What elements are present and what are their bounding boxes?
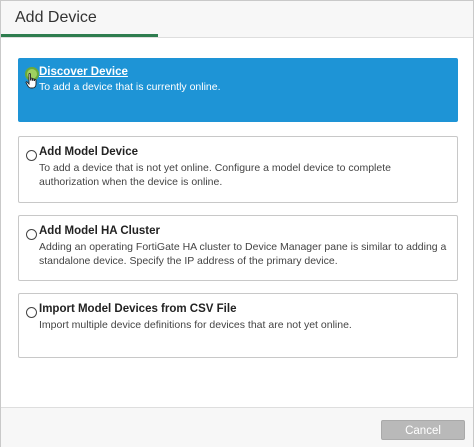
title-underline <box>1 34 158 37</box>
radio-add-model-device[interactable] <box>26 150 37 161</box>
dialog-header: Add Device <box>1 1 473 38</box>
add-device-dialog: Add Device Discover Device To add a devi… <box>0 0 474 447</box>
hand-pointer-icon <box>25 73 37 89</box>
option-description: To add a device that is not yet online. … <box>39 162 391 188</box>
option-import-csv[interactable]: Import Model Devices from CSV File Impor… <box>18 293 458 358</box>
option-label[interactable]: Add Model HA Cluster <box>39 225 160 237</box>
option-discover-device[interactable]: Discover Device To add a device that is … <box>18 58 458 122</box>
radio-add-model-ha-cluster[interactable] <box>26 229 37 240</box>
option-label[interactable]: Discover Device <box>39 66 128 78</box>
radio-import-csv[interactable] <box>26 307 37 318</box>
cancel-button[interactable]: Cancel <box>381 420 465 440</box>
option-add-model-device[interactable]: Add Model Device To add a device that is… <box>18 136 458 203</box>
option-label[interactable]: Add Model Device <box>39 146 138 158</box>
option-label[interactable]: Import Model Devices from CSV File <box>39 303 236 315</box>
dialog-title: Add Device <box>15 9 97 26</box>
option-add-model-ha-cluster[interactable]: Add Model HA Cluster Adding an operating… <box>18 215 458 281</box>
dialog-footer: Cancel <box>1 407 473 447</box>
option-description: Import multiple device definitions for d… <box>39 319 352 331</box>
option-description: Adding an operating FortiGate HA cluster… <box>39 241 447 267</box>
option-description: To add a device that is currently online… <box>39 81 221 93</box>
